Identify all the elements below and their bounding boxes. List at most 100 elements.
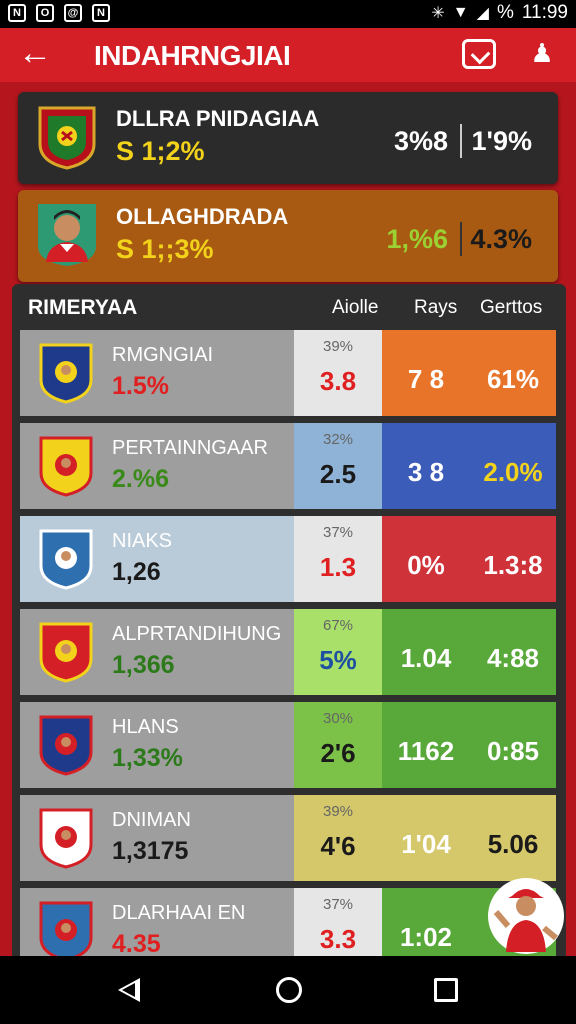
nav-recent-apps-icon[interactable] — [434, 978, 458, 1002]
row-col2-value: 7 8 — [407, 364, 445, 394]
row-col3-cell: 61% — [470, 330, 556, 416]
ranking-table: RIMERYAA Aiolle Rays Gerttos RMGNGIAI 1.5… — [12, 284, 566, 960]
table-header: RIMERYAA Aiolle Rays Gerttos — [12, 284, 566, 330]
team-logo-icon — [39, 808, 93, 869]
page-title: INDAHRNGJIAI — [94, 40, 291, 71]
back-arrow-icon[interactable]: ← — [18, 36, 54, 72]
status-system-icons: ✳ ▼ ◢ % 11:99 — [431, 2, 568, 24]
card-stat-secondary: 1'9% — [471, 126, 532, 156]
row-col2-cell: 1.04 — [382, 609, 470, 695]
status-notification-icons: N O @ N — [8, 4, 110, 22]
row-team-cell: DLARHAAI EN 4.35 — [20, 888, 294, 960]
row-col3-cell: 0:85 — [470, 702, 556, 788]
row-team-value: 1,26 — [112, 558, 161, 586]
row-col2-value: 1'04 — [401, 829, 451, 859]
column-header-1[interactable]: Aiolle — [332, 297, 378, 319]
row-col2-value: 0% — [407, 550, 445, 580]
row-col2-value: 1.04 — [400, 643, 452, 673]
row-team-name: HLANS — [112, 716, 179, 738]
team-logo-icon — [39, 436, 93, 497]
column-header-2[interactable]: Rays — [414, 297, 457, 319]
row-col1-cell: 39% 4'6 — [294, 795, 382, 881]
row-col2-cell: 1:02 — [382, 888, 470, 960]
team-crest-icon — [38, 106, 96, 170]
row-col2-value: 1:02 — [399, 922, 453, 952]
row-team-value: 4.35 — [112, 930, 161, 958]
row-team-value: 1,3175 — [112, 837, 189, 865]
row-col1-percent: 30% — [322, 710, 354, 727]
row-team-cell: NIAKS 1,26 — [20, 516, 294, 602]
row-col1-value: 2'6 — [320, 738, 356, 768]
wifi-icon: ▼ — [452, 4, 469, 21]
row-col1-percent: 32% — [322, 431, 354, 448]
row-team-name: ALPRTANDIHUNG — [112, 623, 282, 645]
row-team-value: 1,366 — [112, 651, 175, 679]
row-col1-value: 5% — [319, 645, 357, 675]
row-col3-cell: 2.0% — [470, 423, 556, 509]
row-col2-cell: 3 8 — [382, 423, 470, 509]
row-col1-value: 2.5 — [319, 459, 357, 489]
row-col2-cell: 7 8 — [382, 330, 470, 416]
row-col1-percent: 37% — [322, 896, 354, 913]
row-col3-value: 1.3:8 — [483, 550, 543, 580]
table-row[interactable]: ALPRTANDIHUNG 1,366 67% 5% 1.04 4:88 — [20, 609, 556, 695]
team-logo-icon — [39, 529, 93, 590]
row-col3-cell: 4:88 — [470, 609, 556, 695]
cast-icon[interactable] — [462, 39, 496, 69]
column-header-name[interactable]: RIMERYAA — [28, 296, 137, 320]
row-col1-percent: 67% — [322, 617, 354, 634]
column-header-3[interactable]: Gerttos — [480, 297, 542, 319]
table-row[interactable]: PERTAINNGAAR 2.%6 32% 2.5 3 8 2.0% — [20, 423, 556, 509]
card-name: OLLAGHDRADA — [116, 204, 289, 229]
player-avatar — [38, 204, 96, 266]
row-col1-value: 3.3 — [319, 924, 357, 954]
row-col3-cell: 5.06 — [470, 795, 556, 881]
table-row[interactable]: DLARHAAI EN4.3537%3.31:024 — [20, 888, 556, 960]
row-col1-value: 1.3 — [319, 552, 357, 582]
row-col1-percent: 39% — [322, 803, 354, 820]
card-amount: S 1;2% — [116, 136, 205, 166]
row-col2-value: 3 8 — [407, 457, 445, 487]
row-team-value: 1.5% — [112, 372, 169, 400]
signal-icon: ◢ — [476, 5, 489, 22]
mascot-icon[interactable] — [486, 876, 566, 956]
row-col3-value: 61% — [486, 364, 540, 394]
row-col1-cell: 39% 3.8 — [294, 330, 382, 416]
app-bar: ← INDAHRNGJIAI ♟ — [0, 28, 576, 82]
row-team-name: DLARHAAI EN — [112, 902, 246, 924]
nav-back-icon[interactable] — [118, 978, 140, 1002]
team-logo-icon — [39, 715, 93, 776]
bluetooth-icon: ✳ — [431, 5, 445, 22]
battery-label: % — [496, 2, 514, 23]
card-stat-secondary: 4.3% — [470, 224, 532, 254]
row-team-value: 2.%6 — [112, 465, 169, 493]
table-row[interactable]: RMGNGIAI 1.5% 39% 3.8 7 8 61% — [20, 330, 556, 416]
table-row[interactable]: NIAKS 1,26 37% 1.3 0% 1.3:8 — [20, 516, 556, 602]
row-col1-percent: 39% — [322, 338, 354, 355]
row-col1-percent: 37% — [322, 524, 354, 541]
featured-card[interactable]: DLLRA PNIDAGIAA S 1;2% 3%8 1'9% — [18, 92, 558, 184]
profile-icon[interactable]: ♟ — [526, 38, 558, 70]
row-col1-value: 4'6 — [320, 831, 356, 861]
row-col2-value: 1162 — [397, 736, 455, 766]
row-col3-cell: 1.3:8 — [470, 516, 556, 602]
row-col1-cell: 30% 2'6 — [294, 702, 382, 788]
row-team-cell: ALPRTANDIHUNG 1,366 — [20, 609, 294, 695]
row-col1-cell: 32% 2.5 — [294, 423, 382, 509]
row-team-name: PERTAINNGAAR — [112, 437, 268, 459]
row-team-cell: HLANS 1,33% — [20, 702, 294, 788]
row-col3-value: 5.06 — [487, 829, 539, 859]
notification-icon: N — [8, 4, 26, 22]
team-logo-icon — [39, 622, 93, 683]
nav-home-icon[interactable] — [276, 977, 302, 1003]
table-row[interactable]: HLANS 1,33% 30% 2'6 1162 0:85 — [20, 702, 556, 788]
row-col1-cell: 67% 5% — [294, 609, 382, 695]
row-col1-cell: 37% 3.3 — [294, 888, 382, 960]
row-team-name: RMGNGIAI — [112, 344, 214, 366]
table-row[interactable]: DNIMAN 1,3175 39% 4'6 1'04 5.06 — [20, 795, 556, 881]
featured-card[interactable]: OLLAGHDRADA S 1;;3% 1,%6 4.3% — [18, 190, 558, 282]
row-col1-value: 3.8 — [319, 366, 357, 396]
row-col2-cell: 1162 — [382, 702, 470, 788]
row-team-name: DNIMAN — [112, 809, 191, 831]
card-stat-primary: 1,%6 — [386, 224, 448, 254]
